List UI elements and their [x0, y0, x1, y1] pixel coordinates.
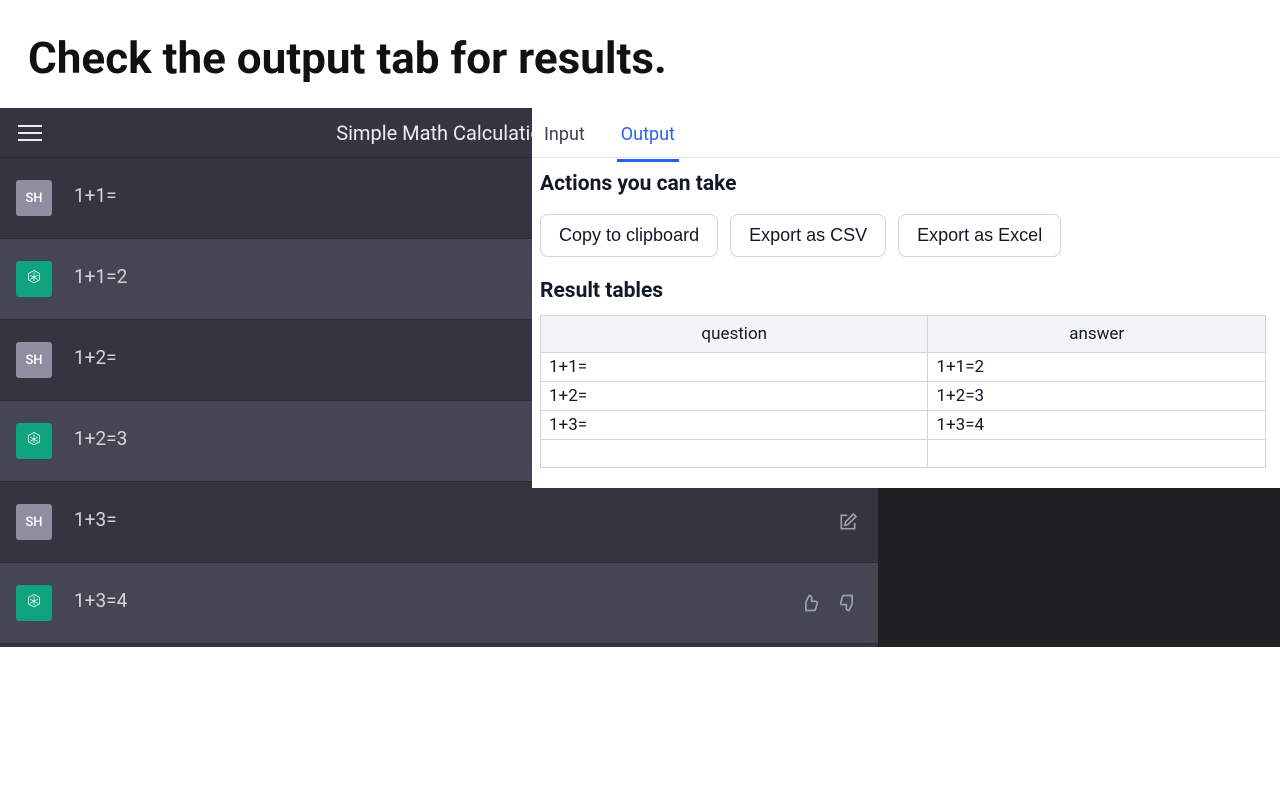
result-table: question answer 1+1= 1+1=2 1+2= 1+2=3 1+… [540, 315, 1266, 468]
export-csv-button[interactable]: Export as CSV [730, 214, 886, 257]
assistant-avatar [16, 423, 52, 459]
tab-output[interactable]: Output [617, 118, 679, 162]
message-actions [838, 512, 858, 532]
message-text: 1+1= [74, 180, 117, 207]
tab-input[interactable]: Input [540, 118, 589, 159]
chat-message-user: SH 1+3= [0, 482, 878, 563]
assistant-avatar [16, 585, 52, 621]
dark-block [878, 488, 1280, 647]
assistant-avatar [16, 261, 52, 297]
result-table-wrap: question answer 1+1= 1+1=2 1+2= 1+2=3 1+… [532, 307, 1280, 476]
export-excel-button[interactable]: Export as Excel [898, 214, 1061, 257]
actions-heading: Actions you can take [532, 158, 1280, 200]
message-actions [800, 593, 858, 613]
openai-logo-icon [22, 591, 46, 615]
user-avatar: SH [16, 180, 52, 216]
cell-answer: 1+2=3 [928, 382, 1266, 411]
cell-question: 1+1= [541, 353, 928, 382]
table-row: 1+3= 1+3=4 [541, 411, 1266, 440]
column-header-answer: answer [928, 316, 1266, 353]
user-avatar: SH [16, 504, 52, 540]
message-text: 1+2=3 [74, 423, 127, 450]
message-text: 1+3=4 [74, 585, 127, 612]
copy-to-clipboard-button[interactable]: Copy to clipboard [540, 214, 718, 257]
table-row [541, 440, 1266, 468]
message-text: 1+2= [74, 342, 117, 369]
message-text: 1+3= [74, 504, 117, 531]
actions-row: Copy to clipboard Export as CSV Export a… [532, 200, 1280, 265]
chat-title: Simple Math Calculatio [336, 121, 542, 145]
user-avatar: SH [16, 342, 52, 378]
menu-icon[interactable] [10, 113, 50, 153]
openai-logo-icon [22, 429, 46, 453]
stage: Simple Math Calculatio SH 1+1= 1+1=2 SH … [0, 108, 1280, 648]
page-title: Check the output tab for results. [0, 0, 1280, 108]
table-header-row: question answer [541, 316, 1266, 353]
cell-answer: 1+3=4 [928, 411, 1266, 440]
table-row: 1+1= 1+1=2 [541, 353, 1266, 382]
table-row: 1+2= 1+2=3 [541, 382, 1266, 411]
edit-icon[interactable] [838, 512, 858, 532]
cell-empty [541, 440, 928, 468]
cell-question: 1+2= [541, 382, 928, 411]
thumbs-up-icon[interactable] [800, 593, 820, 613]
cell-empty [928, 440, 1266, 468]
openai-logo-icon [22, 267, 46, 291]
column-header-question: question [541, 316, 928, 353]
tabs: Input Output [532, 108, 1280, 158]
chat-message-assistant: 1+3=4 [0, 563, 878, 644]
cell-answer: 1+1=2 [928, 353, 1266, 382]
thumbs-down-icon[interactable] [838, 593, 858, 613]
output-panel: Input Output Actions you can take Copy t… [532, 108, 1280, 488]
results-heading: Result tables [532, 265, 1280, 307]
cell-question: 1+3= [541, 411, 928, 440]
message-text: 1+1=2 [74, 261, 127, 288]
